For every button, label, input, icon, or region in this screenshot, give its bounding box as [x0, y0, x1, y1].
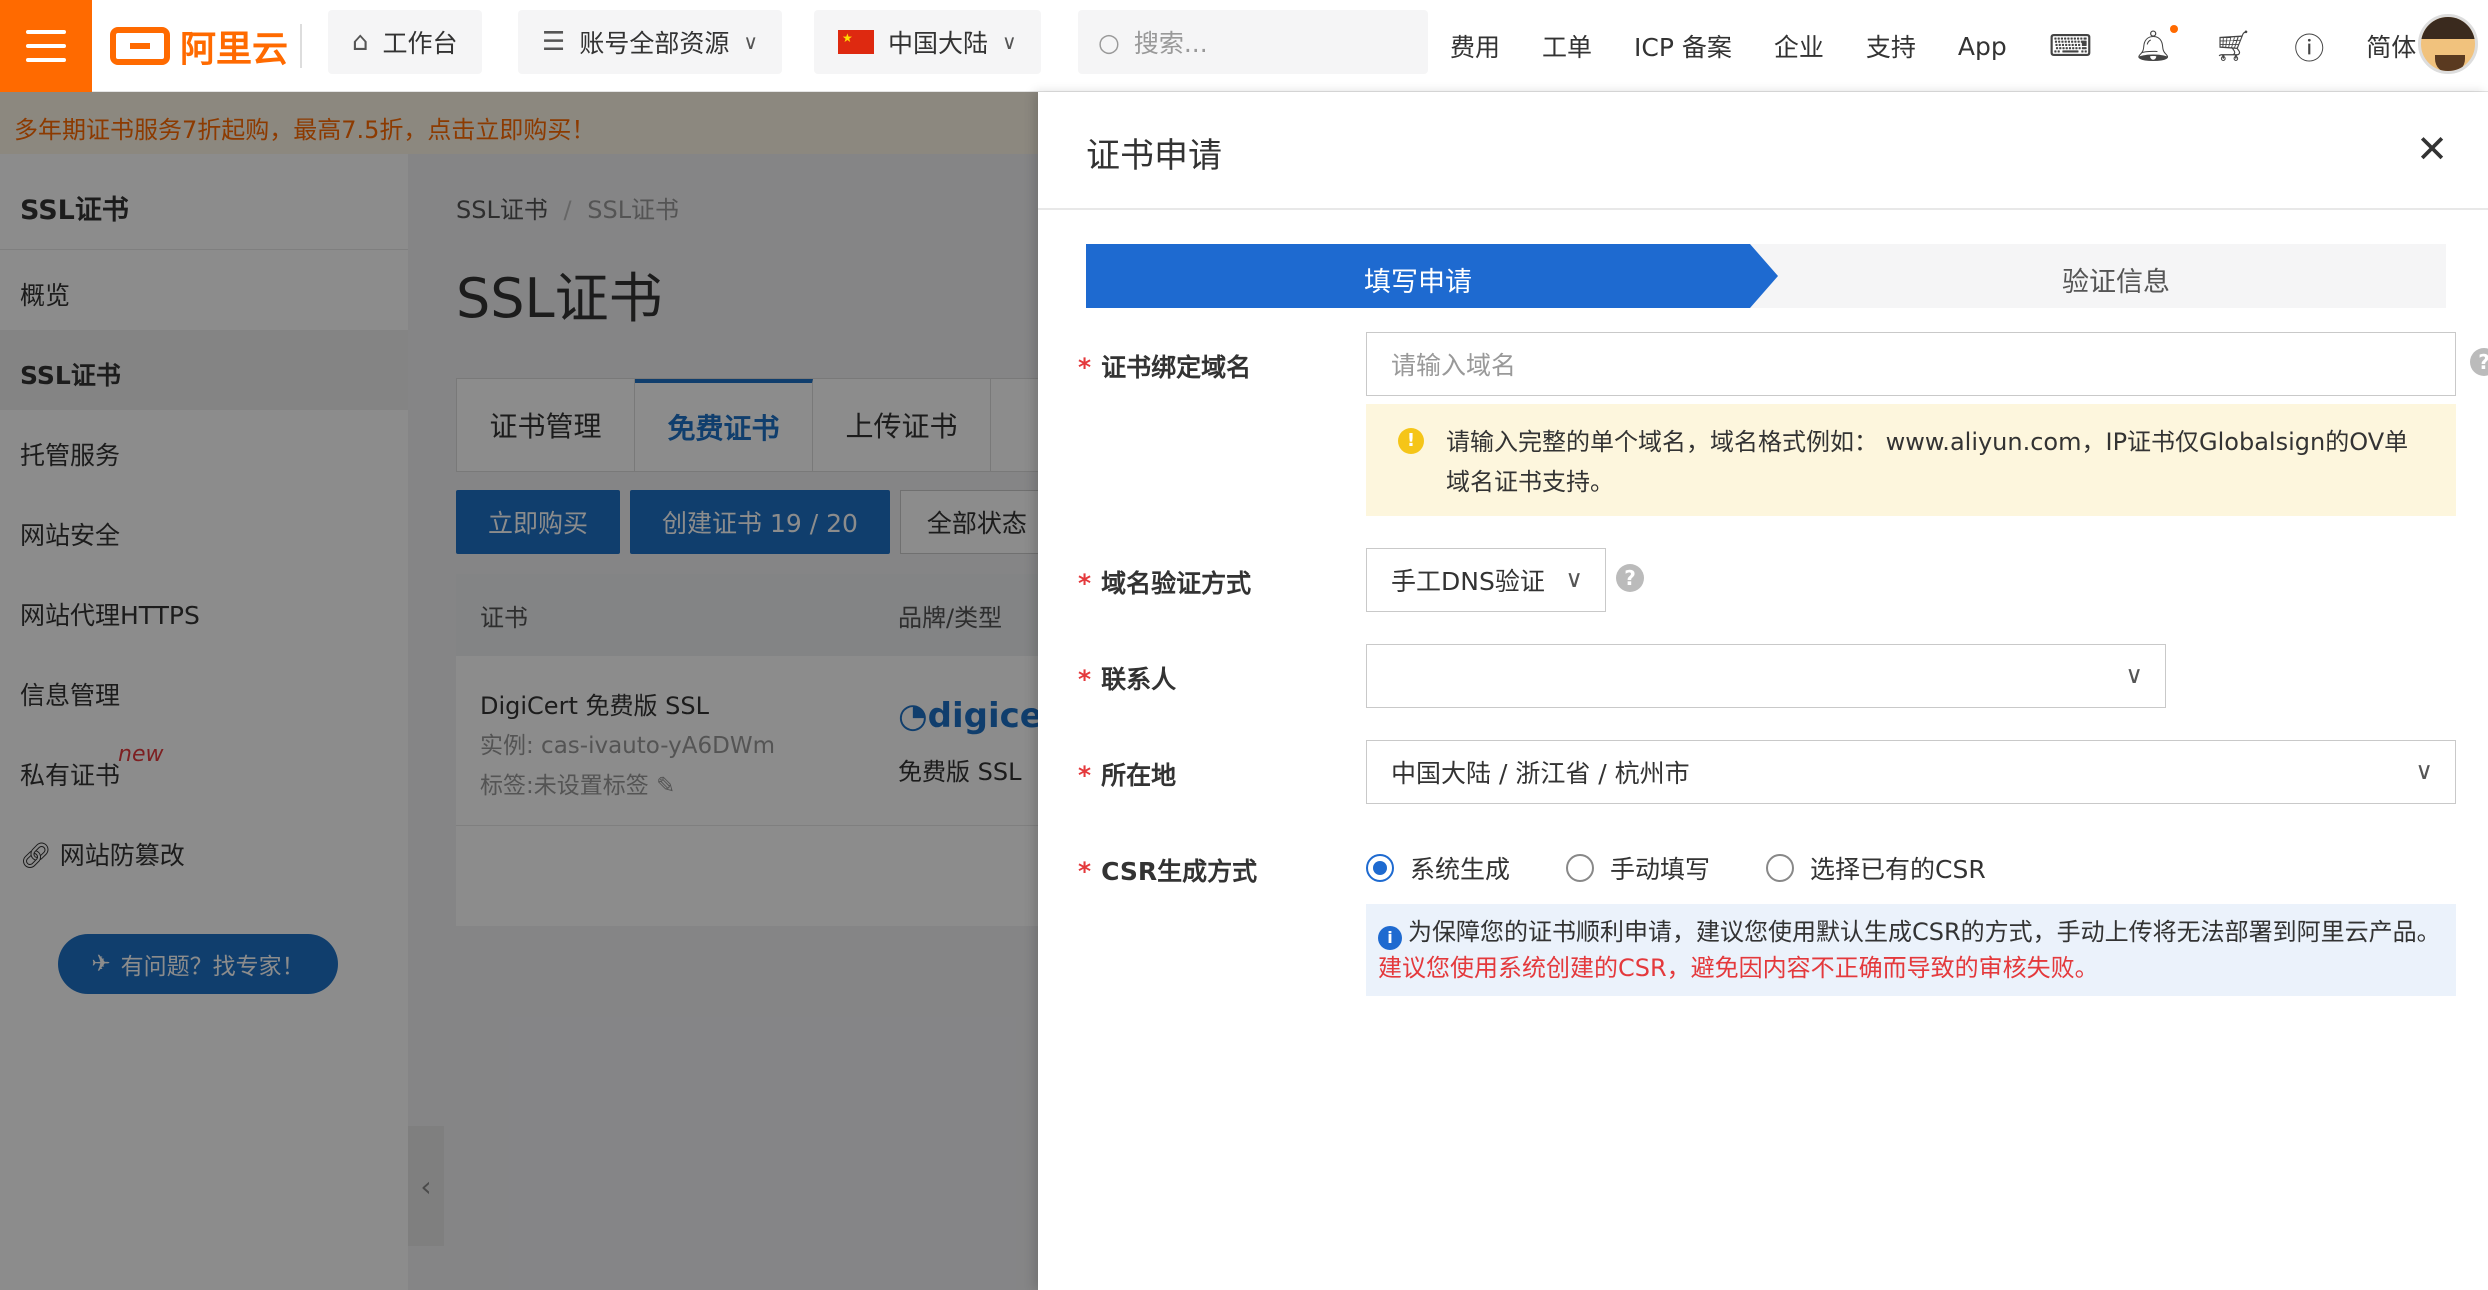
- nav-link-enterprise[interactable]: 企业: [1774, 28, 1824, 64]
- chevron-down-icon: ∨: [1565, 565, 1583, 593]
- step-fill-application: 填写申请: [1364, 267, 1472, 298]
- cart-icon[interactable]: 🛒︎: [2214, 29, 2252, 64]
- csr-option-existing[interactable]: 选择已有的CSR: [1766, 850, 1986, 886]
- user-avatar[interactable]: [2418, 14, 2478, 74]
- nav-link-icp[interactable]: ICP 备案: [1634, 28, 1732, 64]
- csr-option-label: 系统生成: [1410, 855, 1511, 884]
- csr-label: * CSR生成方式: [1078, 852, 1257, 888]
- required-mark: *: [1078, 857, 1092, 886]
- nav-link-cost[interactable]: 费用: [1450, 28, 1500, 64]
- close-icon[interactable]: ✕: [2416, 130, 2448, 168]
- radio-icon[interactable]: [1766, 854, 1795, 882]
- resources-label: 账号全部资源: [579, 29, 730, 58]
- required-mark: *: [1078, 569, 1092, 598]
- notification-dot: [2170, 24, 2179, 33]
- language-switch[interactable]: 简体: [2366, 28, 2416, 64]
- domain-help-icon[interactable]: ?: [2470, 348, 2488, 376]
- radio-selected-icon[interactable]: [1366, 854, 1394, 882]
- bell-icon[interactable]: 🔔︎: [2134, 24, 2179, 64]
- chevron-down-icon: ∨: [2125, 661, 2143, 689]
- csr-radio-group: 系统生成 手动填写 选择已有的CSR: [1366, 850, 1986, 886]
- csr-tip-line1: i 为保障您的证书顺利申请，建议您使用默认生成CSR的方式，手动上传将无法部署到阿…: [1378, 914, 2444, 950]
- domain-label: * 证书绑定域名: [1078, 348, 1251, 384]
- server-icon: ☰: [542, 27, 566, 57]
- domain-placeholder: 请输入域名: [1391, 351, 1517, 380]
- drawer-header: 证书申请 ✕: [1038, 92, 2488, 210]
- required-mark: *: [1078, 353, 1092, 382]
- logo-text: 阿里云: [180, 29, 289, 70]
- csr-info-tip: i 为保障您的证书顺利申请，建议您使用默认生成CSR的方式，手动上传将无法部署到阿…: [1366, 904, 2456, 996]
- required-mark: *: [1078, 761, 1092, 790]
- domain-label-text: 证书绑定域名: [1101, 353, 1252, 382]
- top-nav-links: 费用 工单 ICP 备案 企业 支持 App ⌨ 🔔︎ 🛒︎ ⓘ 简体: [1450, 0, 2416, 92]
- aliyun-logo-mark: [110, 27, 170, 65]
- domain-format-tip: ! 请输入完整的单个域名，域名格式例如： www.aliyun.com，IP证书…: [1366, 404, 2456, 516]
- home-icon: ⌂: [352, 27, 369, 57]
- region-dropdown[interactable]: 中国大陆 ∨: [814, 10, 1041, 74]
- verify-method-select[interactable]: 手工DNS验证 ∨: [1366, 548, 1606, 612]
- csr-option-system[interactable]: 系统生成: [1366, 850, 1510, 886]
- chevron-down-icon: ∨: [2415, 757, 2433, 785]
- radio-icon[interactable]: [1566, 854, 1595, 882]
- search-input[interactable]: ○ 搜索...: [1078, 10, 1428, 74]
- terminal-icon[interactable]: ⌨: [2049, 29, 2092, 64]
- warning-icon: !: [1398, 428, 1424, 454]
- resources-dropdown[interactable]: ☰ 账号全部资源 ∨: [518, 10, 782, 74]
- csr-label-text: CSR生成方式: [1101, 857, 1258, 886]
- search-icon: ○: [1098, 27, 1120, 57]
- china-flag-icon: [838, 30, 874, 54]
- required-mark: *: [1078, 665, 1092, 694]
- contact-select[interactable]: ∨: [1366, 644, 2166, 708]
- info-icon: i: [1378, 926, 1402, 950]
- logo-divider: [300, 24, 302, 68]
- contact-label: * 联系人: [1078, 660, 1176, 696]
- nav-link-app[interactable]: App: [1958, 32, 2007, 61]
- location-cascader[interactable]: 中国大陆 / 浙江省 / 杭州市 ∨: [1366, 740, 2456, 804]
- search-placeholder: 搜索...: [1133, 29, 1208, 58]
- domain-tip-text: 请输入完整的单个域名，域名格式例如： www.aliyun.com，IP证书仅G…: [1446, 428, 2409, 496]
- aliyun-logo[interactable]: 阿里云: [110, 20, 288, 72]
- verify-method-label: * 域名验证方式: [1078, 564, 1251, 600]
- location-label: * 所在地: [1078, 756, 1176, 792]
- domain-input[interactable]: 请输入域名: [1366, 332, 2456, 396]
- verify-label-text: 域名验证方式: [1101, 569, 1252, 598]
- nav-link-support[interactable]: 支持: [1866, 28, 1916, 64]
- chevron-down-icon: ∨: [743, 30, 758, 54]
- csr-tip-warning: 建议您使用系统创建的CSR，避免因内容不正确而导致的审核失败。: [1378, 954, 2099, 982]
- cert-apply-drawer: 证书申请 ✕ 填写申请 验证信息 * 证书绑定域名 请输入域名 ? ! 请输入完整…: [1038, 92, 2488, 1290]
- modal-overlay[interactable]: [0, 92, 1038, 1290]
- hamburger-menu-icon[interactable]: [0, 0, 92, 92]
- verify-help-icon[interactable]: ?: [1616, 564, 1644, 592]
- workbench-button[interactable]: ⌂ 工作台: [328, 10, 482, 74]
- region-label: 中国大陆: [888, 29, 989, 58]
- csr-tip-text: 为保障您的证书顺利申请，建议您使用默认生成CSR的方式，手动上传将无法部署到阿里…: [1408, 918, 2441, 946]
- step-verify-info: 验证信息: [2062, 267, 2170, 298]
- top-navbar: 阿里云 ⌂ 工作台 ☰ 账号全部资源 ∨ 中国大陆 ∨ ○ 搜索... 费用 工…: [0, 0, 2488, 92]
- nav-link-ticket[interactable]: 工单: [1542, 28, 1592, 64]
- chevron-down-icon: ∨: [1002, 30, 1017, 54]
- help-icon[interactable]: ⓘ: [2294, 24, 2324, 68]
- step-progress: 填写申请 验证信息: [1086, 244, 2446, 308]
- location-value: 中国大陆 / 浙江省 / 杭州市: [1391, 759, 1690, 788]
- csr-option-label: 选择已有的CSR: [1810, 855, 1986, 884]
- drawer-title: 证书申请: [1086, 136, 1222, 176]
- verify-method-value: 手工DNS验证: [1391, 567, 1545, 596]
- location-label-text: 所在地: [1101, 761, 1177, 790]
- csr-option-label: 手动填写: [1610, 855, 1711, 884]
- contact-label-text: 联系人: [1101, 665, 1177, 694]
- workbench-label: 工作台: [382, 29, 458, 58]
- csr-option-manual[interactable]: 手动填写: [1566, 850, 1710, 886]
